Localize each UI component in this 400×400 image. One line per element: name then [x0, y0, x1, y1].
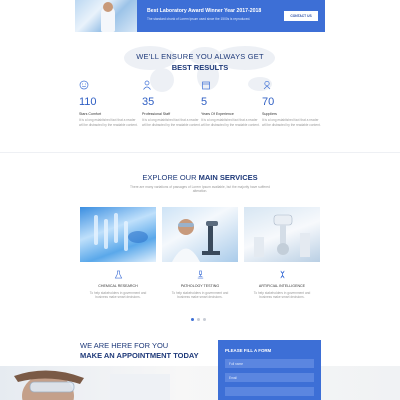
stat-label: Professional Staff	[142, 112, 171, 116]
service-description: To help stakeholders in government and b…	[171, 291, 229, 300]
stat-number: 110	[79, 96, 97, 108]
award-banner: Best Laboratory Award Winner Year 2017-2…	[75, 0, 325, 32]
staff-person-icon	[143, 80, 151, 90]
scientist-microscope-image	[162, 207, 238, 262]
services-heading-light: EXPLORE OUR	[142, 173, 197, 182]
service-description: To help stakeholders in government and b…	[89, 291, 147, 300]
form-title: PLEASE FILL A FORM	[225, 348, 272, 353]
robotic-arm-image	[244, 207, 320, 262]
scientist-photo	[75, 0, 137, 32]
results-heading-strong: BEST RESULTS	[171, 63, 229, 72]
service-card-artificial-intelligence[interactable]: ARTIFICIAL INTELLIGENCE To help stakehol…	[244, 207, 320, 311]
contact-us-button[interactable]: CONTACT US	[284, 11, 318, 21]
extra-input[interactable]	[225, 387, 314, 396]
carousel-dot-3[interactable]	[203, 318, 206, 321]
appointment-form: PLEASE FILL A FORM	[218, 340, 321, 400]
stat-description: It is a long established fact that a rea…	[79, 118, 138, 127]
service-title: ARTIFICIAL INTELLIGENCE	[258, 284, 306, 288]
appointment-line-1: WE ARE HERE FOR YOU	[80, 341, 169, 350]
full-name-input[interactable]	[225, 359, 314, 368]
services-heading: EXPLORE OUR MAIN SERVICES	[0, 173, 400, 182]
stat-number: 70	[262, 96, 275, 108]
email-input[interactable]	[225, 373, 314, 382]
stat-description: It is a long established fact that a rea…	[201, 118, 260, 127]
results-heading: WE'LL ENSURE YOU ALWAYS GET	[136, 52, 264, 61]
stat-label: Stars Comfort	[79, 112, 102, 116]
award-title: Best Laboratory Award Winner Year 2017-2…	[147, 8, 262, 14]
services-intro: There are many variations of passages of…	[130, 185, 270, 194]
service-card-pathology-testing[interactable]: PATHOLOGY TESTING To help stakeholders i…	[162, 207, 238, 311]
stat-description: It is a long established fact that a rea…	[262, 118, 321, 127]
happy-face-icon	[79, 80, 89, 90]
carousel-dots	[191, 318, 211, 322]
flask-icon	[114, 270, 123, 279]
services-heading-strong: MAIN SERVICES	[198, 173, 258, 182]
supplier-icon	[263, 80, 271, 90]
stat-description: It is a long established fact that a rea…	[142, 118, 201, 127]
section-divider	[0, 152, 400, 153]
service-title: PATHOLOGY TESTING	[180, 284, 220, 288]
microscope-icon	[197, 270, 204, 279]
stat-label: Years Of Experience	[201, 112, 234, 116]
stat-number: 35	[142, 96, 155, 108]
carousel-dot-1[interactable]	[191, 318, 194, 321]
service-description: To help stakeholders in government and b…	[253, 291, 311, 300]
appointment-line-2: MAKE AN APPOINTMENT TODAY	[80, 351, 199, 360]
service-title: CHEMICAL RESEARCH	[98, 284, 138, 288]
award-subtitle: The standard chunk of Lorem Ipsum used s…	[147, 17, 251, 21]
service-card-chemical-research[interactable]: CHEMICAL RESEARCH To help stakeholders i…	[80, 207, 156, 311]
lab-test-tubes-image	[80, 207, 156, 262]
carousel-dot-2[interactable]	[197, 318, 200, 321]
scientist-goggles-photo	[0, 366, 400, 400]
stat-number: 5	[201, 96, 208, 108]
calendar-icon	[202, 81, 210, 90]
stat-label: Suppliers	[262, 112, 277, 116]
dna-icon	[280, 270, 285, 279]
